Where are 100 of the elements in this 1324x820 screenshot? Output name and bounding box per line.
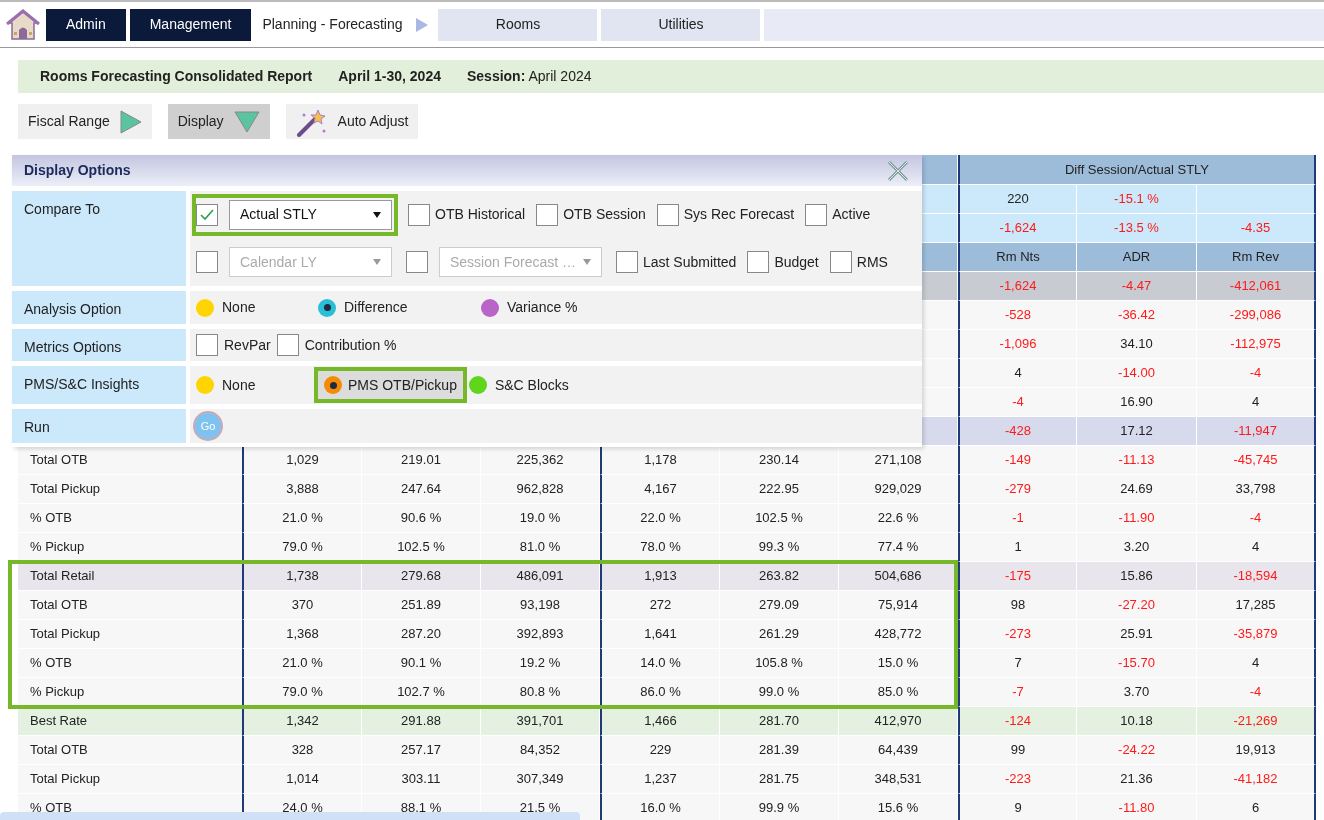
home-icon[interactable] (6, 7, 40, 42)
toolbar-button[interactable]: Fiscal Range (18, 104, 152, 139)
table-cell: 4 (1197, 533, 1316, 562)
triangle-down-icon (233, 110, 260, 133)
table-cell: -124 (958, 707, 1077, 736)
table-cell: 34.10 (1077, 330, 1197, 359)
table-cell: 230.14 (720, 446, 839, 475)
table-cell: -528 (958, 301, 1077, 330)
table-cell: 1,178 (600, 446, 720, 475)
table-cell: 22.0 % (600, 504, 720, 533)
table-cell: 486,091 (481, 562, 600, 591)
table-cell: 21.0 % (242, 504, 362, 533)
table-cell: 21.0 % (242, 649, 362, 678)
table-cell: 10.18 (1077, 707, 1197, 736)
table-cell: -4 (1197, 359, 1316, 388)
table-cell: 90.6 % (362, 504, 481, 533)
option-label: Compare To (12, 191, 186, 286)
table-cell: 392,893 (481, 620, 600, 649)
table-cell: 1,029 (242, 446, 362, 475)
checkbox-label: Active (832, 205, 871, 225)
radio-button[interactable] (318, 298, 336, 317)
table-cell: -18,594 (1197, 562, 1316, 591)
radio-button[interactable] (468, 376, 487, 394)
close-icon[interactable] (886, 158, 910, 183)
table-cell: 272 (600, 591, 720, 620)
table-cell: 1,014 (242, 765, 362, 794)
checkbox[interactable] (829, 251, 852, 274)
table-cell: 4,167 (600, 475, 720, 504)
option-label: PMS/S&C Insights (12, 366, 186, 404)
table-cell: -149 (958, 446, 1077, 475)
option-label: Run (12, 409, 186, 443)
checkbox[interactable] (196, 203, 218, 226)
table-cell: 80.8 % (481, 678, 600, 707)
column-group-header: Diff Session/Actual STLY (958, 155, 1316, 185)
table-cell: 105.8 % (720, 649, 839, 678)
table-cell: 6 (1197, 794, 1316, 820)
table-cell: 1 (958, 533, 1077, 562)
checkbox[interactable] (656, 203, 679, 226)
nav-tab[interactable]: Utilities (601, 8, 761, 41)
table-cell: 25.91 (1077, 620, 1197, 649)
checkbox[interactable] (616, 251, 638, 274)
checkbox-label: OTB Historical (435, 205, 526, 225)
table-cell: -299,086 (1197, 301, 1316, 330)
toolbar-button[interactable]: Auto Adjust (285, 104, 419, 139)
nav-tab[interactable]: Management (129, 8, 252, 41)
table-cell: -175 (958, 562, 1077, 591)
row-label: % OTB (18, 649, 242, 678)
table-cell: -1,096 (958, 330, 1077, 359)
table-cell: 78.0 % (600, 533, 720, 562)
checkbox[interactable] (276, 334, 299, 356)
table-cell: -36.42 (1077, 301, 1197, 330)
table-cell: 391,701 (481, 707, 600, 736)
table-cell: 33,798 (1197, 475, 1316, 504)
dropdown[interactable]: Actual STLY (229, 199, 392, 230)
table-cell: 4 (1197, 649, 1316, 678)
table-cell: 1,738 (242, 562, 362, 591)
checkbox[interactable] (805, 203, 828, 226)
table-cell: 1,368 (242, 620, 362, 649)
table-cell: -4 (958, 388, 1077, 417)
toolbar-button[interactable]: Display (167, 104, 270, 139)
table-cell: 962,828 (481, 475, 600, 504)
table-cell: 77.4 % (839, 533, 958, 562)
table-cell: 19.0 % (481, 504, 600, 533)
table-cell: 17,285 (1197, 591, 1316, 620)
radio-button[interactable] (196, 298, 214, 317)
row-label: Best Rate (18, 707, 242, 736)
checkbox[interactable] (536, 203, 559, 226)
checkbox[interactable] (408, 203, 430, 226)
table-cell: 19,913 (1197, 736, 1316, 765)
radio-label: None (222, 298, 256, 317)
table-cell: -13.5 % (1077, 214, 1197, 243)
table-cell: 98 (958, 591, 1077, 620)
table-cell: 102.7 % (362, 678, 481, 707)
checkbox[interactable] (196, 334, 218, 356)
table-cell: -11.80 (1077, 794, 1197, 820)
row-label: % OTB (18, 504, 242, 533)
table-cell: -4.47 (1077, 272, 1197, 301)
row-label: Total Pickup (18, 765, 242, 794)
table-cell: -1,624 (958, 272, 1077, 301)
table-cell: 99.9 % (720, 794, 839, 820)
session-label: Session: April 2024 (467, 67, 592, 86)
radio-button[interactable] (481, 298, 499, 317)
scrollbar[interactable] (0, 812, 580, 820)
table-cell: -1,624 (958, 214, 1077, 243)
radio-button[interactable] (324, 376, 342, 394)
table-cell: 220 (958, 185, 1077, 214)
checkbox-label: Contribution % (304, 335, 397, 355)
nav-tab[interactable]: Rooms (438, 8, 598, 41)
table-cell: -4 (1197, 678, 1316, 707)
option-label: Metrics Options (12, 329, 186, 361)
nav-tab[interactable]: Admin (46, 8, 126, 41)
table-cell: 291.88 (362, 707, 481, 736)
table-cell: -11,947 (1197, 417, 1316, 446)
table-cell: -15.1 % (1077, 185, 1197, 214)
table-cell: 412,970 (839, 707, 958, 736)
table-cell: 3.20 (1077, 533, 1197, 562)
column-header: Rm Nts (958, 243, 1077, 272)
checkbox[interactable] (747, 251, 770, 274)
radio-button[interactable] (196, 376, 214, 394)
table-cell: 1,237 (600, 765, 720, 794)
